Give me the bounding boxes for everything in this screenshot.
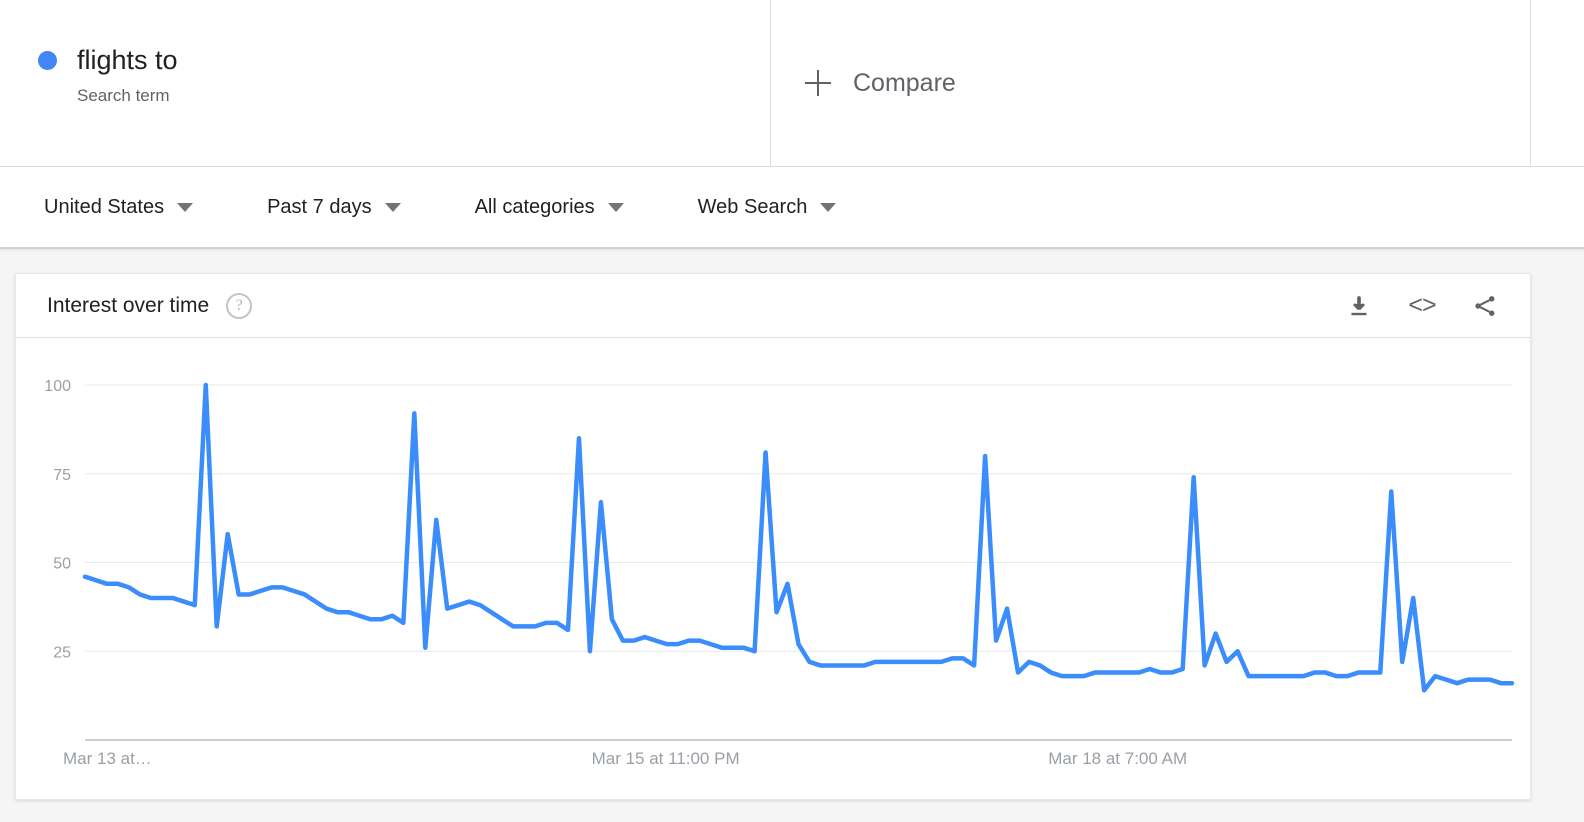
- filter-search-type-label: Web Search: [697, 196, 808, 218]
- filter-category[interactable]: All categories: [475, 195, 624, 219]
- interest-over-time-card: Interest over time ? <> 25 50 75 100 Mar…: [15, 273, 1531, 800]
- compare-cell[interactable]: Compare: [771, 0, 1584, 166]
- filter-search-type[interactable]: Web Search: [698, 195, 837, 219]
- x-axis-tick-label: Mar 18 at 7:00 AM: [1048, 749, 1187, 768]
- filter-time-range-label: Past 7 days: [267, 196, 372, 218]
- download-icon[interactable]: [1344, 291, 1374, 321]
- chevron-down-icon: [177, 202, 194, 212]
- chevron-down-icon: [820, 202, 837, 212]
- chevron-down-icon: [607, 202, 624, 212]
- chevron-down-icon: [384, 202, 401, 212]
- y-axis-tick-label: 25: [53, 644, 71, 661]
- y-axis-tick-label: 100: [44, 378, 71, 395]
- filter-category-label: All categories: [474, 196, 595, 218]
- chart-series-line[interactable]: [82, 382, 1515, 693]
- card-title: Interest over time: [47, 293, 210, 317]
- share-icon[interactable]: [1470, 291, 1500, 321]
- compare-label: Compare: [853, 68, 956, 97]
- search-terms-bar: flights to Search term Compare: [0, 0, 1584, 167]
- filter-location[interactable]: United States: [44, 195, 194, 219]
- card-title-wrap: Interest over time ?: [47, 292, 253, 319]
- add-comparison-button[interactable]: Compare: [805, 69, 956, 98]
- plus-icon: [805, 70, 831, 96]
- search-term-label: flights to: [77, 45, 178, 75]
- series-color-dot: [38, 50, 57, 70]
- term-bar-divider: [1530, 0, 1531, 165]
- card-header: Interest over time ? <>: [16, 274, 1530, 338]
- search-term-type: Search term: [77, 86, 170, 105]
- page-body: Interest over time ? <> 25 50 75 100 Mar…: [0, 249, 1584, 820]
- y-axis-tick-label: 50: [53, 556, 71, 573]
- y-axis-tick-label: 75: [53, 467, 71, 484]
- chart-area[interactable]: 25 50 75 100 Mar 13 at… Mar 15 at 11:00 PM Mar…: [16, 338, 1530, 800]
- card-actions: <>: [1344, 291, 1500, 321]
- x-axis-tick-label: Mar 13 at…: [63, 749, 152, 768]
- search-term-row: flights to: [38, 44, 770, 76]
- embed-code-glyph: <>: [1408, 291, 1436, 319]
- interest-over-time-chart[interactable]: 25 50 75 100 Mar 13 at… Mar 15 at 11:00 PM Mar…: [16, 338, 1530, 800]
- x-axis-tick-label: Mar 15 at 11:00 PM: [592, 749, 740, 768]
- embed-code-icon[interactable]: <>: [1407, 291, 1437, 321]
- filter-location-label: United States: [44, 196, 165, 218]
- filter-time-range[interactable]: Past 7 days: [267, 195, 401, 219]
- help-icon[interactable]: ?: [226, 292, 253, 319]
- search-term-card[interactable]: flights to Search term: [0, 0, 771, 166]
- filters-bar: United States Past 7 days All categories…: [0, 167, 1584, 249]
